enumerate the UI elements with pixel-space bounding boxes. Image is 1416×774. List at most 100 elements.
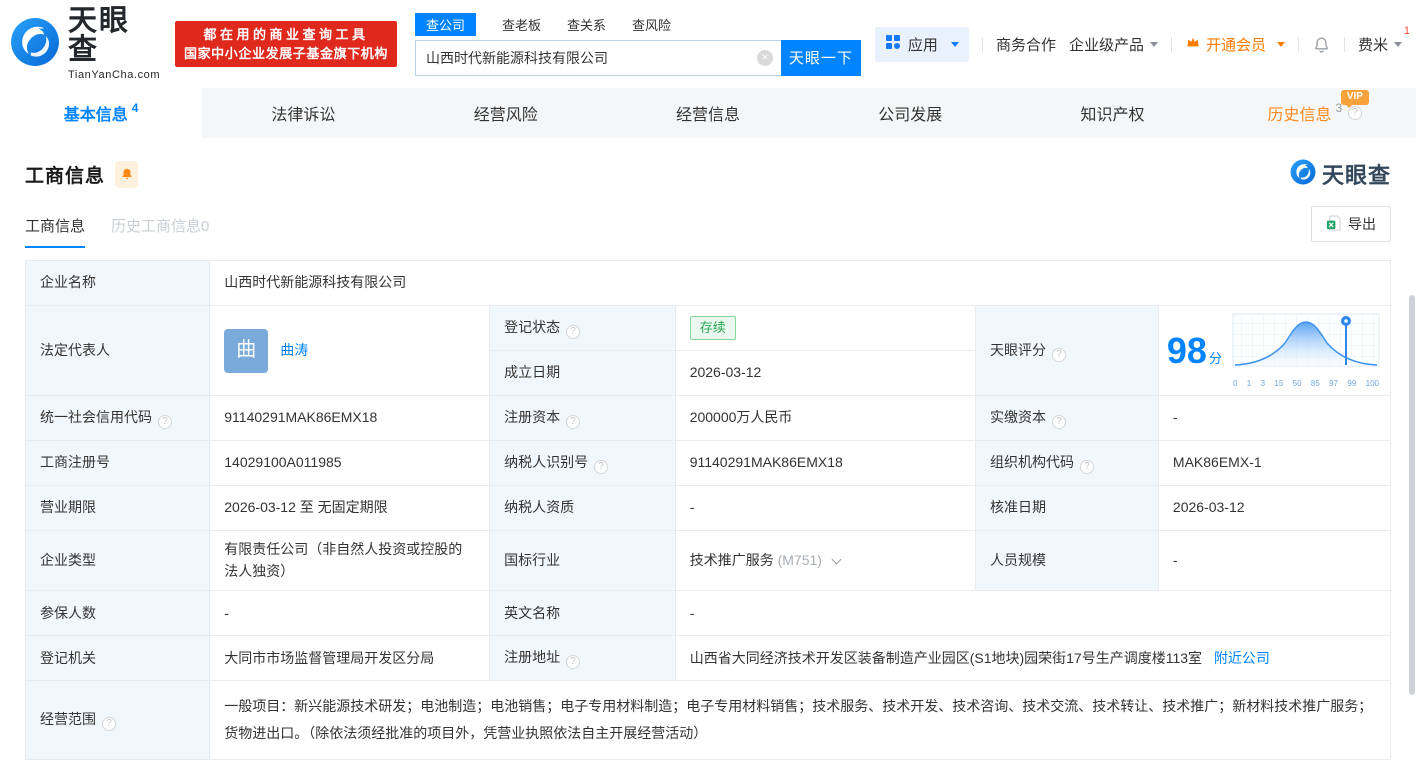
- field-label: 登记机关: [24, 635, 211, 682]
- tab-label: 公司发展: [878, 107, 943, 124]
- tab-operating-info[interactable]: 经营信息: [607, 88, 809, 138]
- monitor-bell-button[interactable]: [115, 160, 139, 188]
- search-tab-company[interactable]: 查公司: [415, 13, 477, 36]
- apps-label: 应用: [907, 36, 938, 54]
- tab-intellectual-property[interactable]: 知识产权: [1011, 88, 1213, 138]
- apps-grid-icon: [885, 34, 901, 54]
- org-code-value: MAK86EMX-1: [1157, 440, 1392, 486]
- help-icon[interactable]: ?: [1348, 106, 1363, 120]
- chevron-down-icon: [1276, 41, 1285, 47]
- notification-count-badge: 1: [1403, 24, 1410, 37]
- search-block: 查公司 查老板 查关系 查风险 × 天眼一下: [415, 13, 861, 76]
- field-label: 核准日期: [975, 485, 1159, 531]
- tab-label: 基本信息: [63, 107, 128, 124]
- chart-x-ticks: 0 1 3 15 50 85 97 99 100: [1230, 378, 1382, 390]
- divider: [1297, 36, 1299, 52]
- english-name-value: -: [674, 590, 1392, 637]
- tianyancha-logo[interactable]: 天眼查 TianYanCha.com: [10, 7, 161, 81]
- nav-enterprise-products[interactable]: 企业级产品: [1069, 34, 1158, 55]
- tab-operating-risk[interactable]: 经营风险: [405, 88, 607, 138]
- table-row: 经营范围? 一般项目：新兴能源技术研发；电池制造；电池销售；电子专用材料制造；电…: [24, 680, 1391, 760]
- field-label: 英文名称: [489, 590, 676, 637]
- search-button[interactable]: 天眼一下: [780, 39, 861, 76]
- help-icon[interactable]: ?: [102, 716, 116, 731]
- tab-legal-litigation[interactable]: 法律诉讼: [202, 88, 404, 138]
- clear-search-icon[interactable]: ×: [756, 49, 773, 66]
- tick: 100: [1365, 379, 1379, 389]
- nearby-companies-link[interactable]: 附近公司: [1214, 650, 1270, 666]
- score-value: 98: [1166, 330, 1207, 372]
- help-icon[interactable]: ?: [1052, 415, 1066, 429]
- top-header: 天眼查 TianYanCha.com 都在用的商业查询工具 国家中小企业发展子基…: [0, 0, 1416, 88]
- search-box: × 天眼一下: [415, 39, 861, 76]
- scrollbar[interactable]: [1409, 295, 1415, 695]
- promo-line1: 都在用的商业查询工具: [203, 27, 369, 42]
- nav-business-cooperation[interactable]: 商务合作: [996, 34, 1056, 55]
- chevron-down-icon[interactable]: [831, 554, 842, 565]
- brand-domain: TianYanCha.com: [68, 69, 161, 81]
- tianyancha-swirl-icon: [1290, 159, 1316, 190]
- subtab-history-business-info[interactable]: 历史工商信息0: [111, 215, 209, 248]
- table-row: 法定代表人 曲 曲涛 登记状态? 存续 天眼评分? 98 分 0 1 3 15 …: [24, 305, 1392, 396]
- staff-size-value: -: [1157, 529, 1392, 592]
- subtab-business-info[interactable]: 工商信息: [25, 215, 86, 248]
- table-row: 营业期限 2026-03-12 至 无固定期限 纳税人资质 - 核准日期 202…: [24, 485, 1392, 531]
- establish-date-value: 2026-03-12: [674, 350, 977, 396]
- score-distribution-chart: 0 1 3 15 50 85 97 99 100: [1230, 312, 1382, 390]
- search-tab-risk[interactable]: 查风险: [632, 15, 671, 34]
- help-icon[interactable]: ?: [1052, 347, 1066, 362]
- help-icon[interactable]: ?: [594, 460, 609, 474]
- approval-date-value: 2026-03-12: [1157, 485, 1392, 531]
- tab-history-info[interactable]: 历史信息 3 ? VIP: [1214, 88, 1416, 138]
- score-unit: 分: [1208, 351, 1222, 367]
- field-label: 企业名称: [24, 260, 211, 306]
- tianyancha-watermark: 天眼查: [1290, 158, 1391, 190]
- help-icon[interactable]: ?: [566, 655, 581, 670]
- tick: 0: [1233, 379, 1238, 389]
- help-icon[interactable]: ?: [566, 325, 581, 339]
- field-label: 实缴资本?: [975, 395, 1159, 441]
- open-vip-button[interactable]: 开通会员: [1185, 34, 1285, 55]
- business-info-table: 企业名称 山西时代新能源科技有限公司 法定代表人 曲 曲涛 登记状态? 存续 天…: [24, 260, 1392, 760]
- tab-company-development[interactable]: 公司发展: [809, 88, 1011, 138]
- search-tab-relation[interactable]: 查关系: [567, 15, 606, 34]
- help-icon[interactable]: ?: [1080, 460, 1094, 474]
- reg-address-value: 山西省大同经济技术开发区装备制造产业园区(S1地块)园荣街17号生产调度楼113…: [689, 649, 1203, 666]
- field-label: 法定代表人: [24, 305, 211, 396]
- tick: 99: [1347, 379, 1357, 389]
- help-icon[interactable]: ?: [566, 415, 581, 429]
- search-tab-boss[interactable]: 查老板: [502, 15, 541, 34]
- tab-basic-info[interactable]: 基本信息 4: [0, 88, 203, 138]
- company-name-value: 山西时代新能源科技有限公司: [209, 260, 1391, 306]
- field-label-text: 组织机构代码: [990, 454, 1074, 470]
- search-input[interactable]: [426, 49, 757, 66]
- tyc-score-cell: 98 分 0 1 3 15 50 85 97 99 100: [1157, 305, 1392, 396]
- business-scope-value: 一般项目：新兴能源技术研发；电池制造；电池销售；电子专用材料制造；电子专用材料销…: [209, 680, 1391, 760]
- paid-capital-value: -: [1157, 395, 1392, 441]
- field-label: 工商注册号: [24, 440, 211, 486]
- help-icon[interactable]: ?: [158, 415, 172, 429]
- export-button[interactable]: 导出: [1311, 206, 1391, 242]
- field-label-text: 实缴资本: [990, 409, 1046, 425]
- status-badge: 存续: [689, 315, 736, 341]
- tick: 50: [1292, 379, 1302, 389]
- brand-name: 天眼查: [68, 5, 131, 66]
- legal-rep-link[interactable]: 曲涛: [280, 340, 308, 362]
- field-label: 纳税人资质: [489, 485, 676, 531]
- user-menu[interactable]: 费米 1: [1358, 25, 1410, 55]
- notifications-bell[interactable]: [1312, 35, 1331, 54]
- tab-label: 经营风险: [473, 107, 538, 124]
- avatar[interactable]: 曲: [224, 328, 269, 373]
- apps-menu[interactable]: 应用: [874, 26, 969, 62]
- field-label: 国标行业: [489, 529, 676, 592]
- promo-banner: 都在用的商业查询工具 国家中小企业发展子基金旗下机构: [174, 21, 397, 67]
- reg-capital-value: 200000万人民币: [674, 395, 977, 441]
- tianyancha-swirl-icon: [10, 17, 60, 72]
- subtabs: 工商信息 历史工商信息0: [25, 215, 209, 248]
- watermark-text: 天眼查: [1321, 163, 1391, 188]
- field-label: 营业期限: [24, 485, 211, 531]
- field-label-text: 注册地址: [504, 649, 561, 666]
- tick: 97: [1329, 379, 1339, 389]
- divider: [981, 36, 983, 52]
- tick: 15: [1274, 379, 1284, 389]
